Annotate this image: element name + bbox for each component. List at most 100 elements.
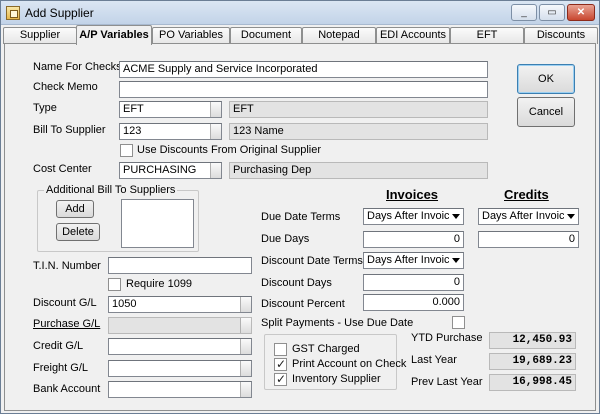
name-for-checks-label: Name For Checks (33, 61, 122, 73)
supplier-flags-group: GST Charged Print Account on Check Inven… (264, 334, 406, 390)
due-date-terms-invoice-select[interactable]: Days After Invoice (363, 208, 464, 225)
bank-account-lookup-button[interactable] (240, 382, 251, 397)
gst-charged-label: GST Charged (292, 343, 360, 355)
chevron-down-icon[interactable] (449, 209, 463, 224)
tab-ap-variables[interactable]: A/P Variables (76, 25, 152, 45)
add-bill-to-button[interactable]: Add (56, 200, 94, 218)
credit-gl-input[interactable] (108, 338, 252, 355)
title-bar[interactable]: Add Supplier _ ▭ ✕ (1, 1, 599, 25)
tab-discounts[interactable]: Discounts (524, 27, 598, 44)
discount-gl-value: 1050 (112, 298, 137, 310)
bill-to-code-input[interactable]: 123 (119, 123, 222, 140)
freight-gl-label: Freight G/L (33, 362, 89, 374)
bill-to-supplier-label: Bill To Supplier (33, 124, 106, 136)
bank-account-input[interactable] (108, 381, 252, 398)
inventory-supplier-checkbox[interactable] (274, 372, 287, 386)
tin-number-label: T.I.N. Number (33, 260, 101, 272)
type-lookup-button[interactable] (210, 102, 221, 117)
tab-notepad[interactable]: Notepad (302, 27, 376, 44)
discount-gl-label: Discount G/L (33, 297, 97, 309)
invoices-heading: Invoices (386, 187, 439, 202)
cost-center-description: Purchasing Dep (229, 162, 488, 179)
freight-gl-lookup-button[interactable] (240, 361, 251, 376)
discount-percent-invoice-input[interactable]: 0.000 (363, 294, 464, 311)
credit-gl-lookup-button[interactable] (240, 339, 251, 354)
ok-button[interactable]: OK (517, 64, 575, 94)
add-supplier-window: Add Supplier _ ▭ ✕ Supplier A/P Variable… (0, 0, 600, 414)
window-title: Add Supplier (25, 6, 94, 20)
maximize-button[interactable]: ▭ (539, 4, 565, 21)
purchase-gl-input (108, 317, 252, 334)
additional-bill-to-list[interactable] (121, 199, 194, 248)
discount-gl-lookup-button[interactable] (240, 297, 251, 312)
credits-heading: Credits (504, 187, 549, 202)
prev-last-year-label: Prev Last Year (411, 376, 483, 388)
due-days-credit-input[interactable]: 0 (478, 231, 579, 248)
cost-center-code-input[interactable]: PURCHASING (119, 162, 222, 179)
delete-bill-to-button[interactable]: Delete (56, 223, 100, 241)
tab-supplier[interactable]: Supplier (3, 27, 77, 44)
chevron-down-icon[interactable] (449, 253, 463, 268)
name-for-checks-input[interactable]: ACME Supply and Service Incorporated (119, 61, 488, 78)
type-code-input[interactable]: EFT (119, 101, 222, 118)
tab-strip: Supplier A/P Variables PO Variables Docu… (1, 25, 599, 45)
bank-account-label: Bank Account (33, 383, 101, 395)
tab-po-variables[interactable]: PO Variables (152, 27, 230, 44)
additional-bill-to-title: Additional Bill To Suppliers (44, 184, 178, 196)
prev-last-year-value: 16,998.45 (489, 374, 576, 391)
purchase-gl-label[interactable]: Purchase G/L (33, 318, 100, 330)
credit-gl-label: Credit G/L (33, 340, 84, 352)
cost-center-label: Cost Center (33, 163, 92, 175)
tin-number-input[interactable] (108, 257, 252, 274)
bill-to-description: 123 Name (229, 123, 488, 140)
discount-date-terms-invoice-select[interactable]: Days After Invoice (363, 252, 464, 269)
ytd-purchase-label: YTD Purchase (411, 332, 483, 344)
minimize-button[interactable]: _ (511, 4, 537, 21)
bill-to-lookup-button[interactable] (210, 124, 221, 139)
split-payments-label: Split Payments - Use Due Date (261, 317, 414, 329)
use-discounts-label: Use Discounts From Original Supplier (137, 144, 322, 156)
type-code-value: EFT (123, 103, 144, 115)
last-year-label: Last Year (411, 354, 457, 366)
print-account-label: Print Account on Check (292, 358, 407, 370)
inventory-supplier-label: Inventory Supplier (292, 373, 381, 385)
require-1099-checkbox[interactable] (108, 278, 121, 291)
cost-center-code-value: PURCHASING (123, 164, 197, 176)
cancel-button[interactable]: Cancel (517, 97, 575, 127)
use-discounts-checkbox[interactable] (120, 144, 133, 157)
due-date-terms-credit-select[interactable]: Days After Invoice (478, 208, 579, 225)
discount-date-terms-invoice-value: Days After Invoice (367, 254, 456, 266)
due-date-terms-credit-value: Days After Invoice (482, 210, 571, 222)
due-days-label: Due Days (261, 233, 310, 245)
discount-percent-label: Discount Percent (261, 298, 345, 310)
type-description: EFT (229, 101, 488, 118)
discount-gl-input[interactable]: 1050 (108, 296, 252, 313)
close-button[interactable]: ✕ (567, 4, 595, 21)
gst-charged-checkbox[interactable] (274, 343, 287, 356)
type-label: Type (33, 102, 57, 114)
check-memo-label: Check Memo (33, 81, 98, 93)
ap-variables-panel: Name For Checks ACME Supply and Service … (4, 43, 596, 411)
bill-to-code-value: 123 (123, 125, 142, 137)
discount-date-terms-label: Discount Date Terms (261, 255, 363, 267)
additional-bill-to-group: Additional Bill To Suppliers Add Delete (37, 184, 199, 252)
print-account-checkbox[interactable] (274, 357, 287, 371)
chevron-down-icon[interactable] (564, 209, 578, 224)
cost-center-lookup-button[interactable] (210, 163, 221, 178)
purchase-gl-lookup-button[interactable] (240, 318, 251, 333)
due-days-invoice-input[interactable]: 0 (363, 231, 464, 248)
due-date-terms-label: Due Date Terms (261, 211, 341, 223)
tab-document[interactable]: Document (230, 27, 302, 44)
discount-days-invoice-input[interactable]: 0 (363, 274, 464, 291)
due-date-terms-invoice-value: Days After Invoice (367, 210, 456, 222)
split-payments-checkbox[interactable] (452, 316, 465, 329)
last-year-value: 19,689.23 (489, 353, 576, 370)
tab-edi-accounts[interactable]: EDI Accounts (376, 27, 450, 44)
freight-gl-input[interactable] (108, 360, 252, 377)
app-icon (6, 6, 20, 20)
discount-days-label: Discount Days (261, 277, 332, 289)
ytd-purchase-value: 12,450.93 (489, 332, 576, 349)
require-1099-label: Require 1099 (126, 278, 193, 290)
tab-eft[interactable]: EFT (450, 27, 524, 44)
check-memo-input[interactable] (119, 81, 488, 98)
